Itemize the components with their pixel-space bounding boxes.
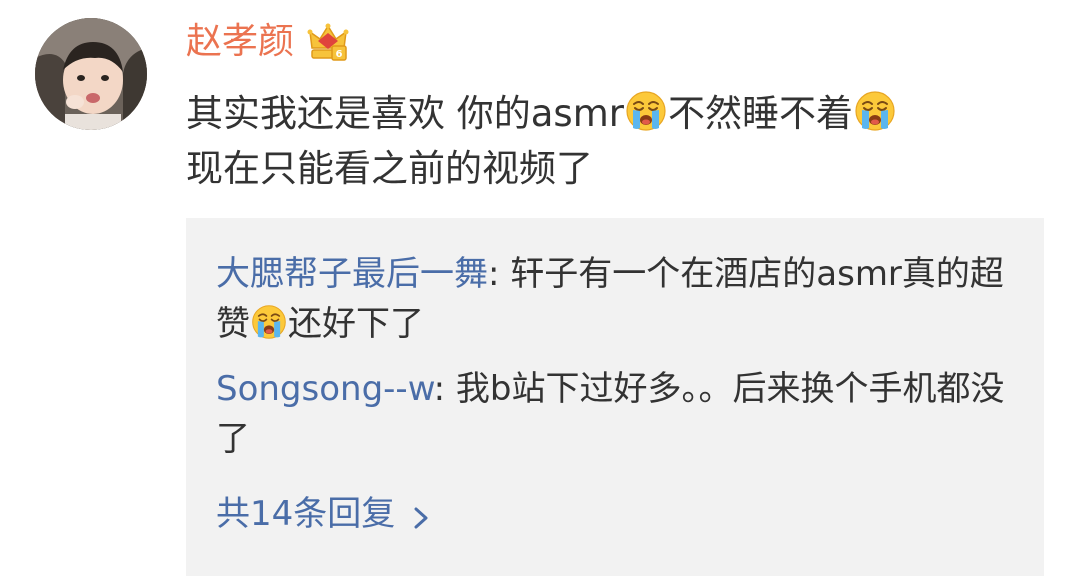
crown-badge-icon[interactable]: 6 [306,20,350,64]
chevron-right-icon [409,498,433,530]
comment-text-part2: 不然睡不着 [667,92,853,135]
comment-header: 赵孝颜 6 [186,16,350,68]
reply-separator: : [488,254,511,294]
reply-author[interactable]: 大腮帮子最后一舞 [216,254,488,294]
replies-panel[interactable]: 大腮帮子最后一舞: 轩子有一个在酒店的asmr真的超赞 还好下了 Songson… [186,218,1044,576]
reply-separator: : [433,369,456,409]
crying-face-icon [625,90,667,132]
comment-text-part3: 现在只能看之前的视频了 [186,147,593,190]
crying-face-icon [854,90,896,132]
reply-author[interactable]: Songsong--w [216,369,434,409]
comment-username[interactable]: 赵孝颜 [186,16,294,68]
comment-text-part1: 其实我还是喜欢 你的asmr [186,92,624,135]
reply-text-part2: 还好下了 [288,304,424,344]
comment-body: 其实我还是喜欢 你的asmr 不然睡不着 现在只能看之前的视频了 [186,86,1046,196]
reply-item[interactable]: 大腮帮子最后一舞: 轩子有一个在酒店的asmr真的超赞 还好下了 [216,249,1016,349]
svg-text:6: 6 [336,49,343,60]
crying-face-icon [251,304,287,340]
avatar-image [35,18,147,130]
avatar[interactable] [35,18,147,130]
more-replies-link[interactable]: 共14条回复 [216,489,433,539]
reply-item[interactable]: Songsong--w: 我b站下过好多。。后来换个手机都没了 [216,364,1016,464]
more-replies-label: 共14条回复 [216,494,396,534]
